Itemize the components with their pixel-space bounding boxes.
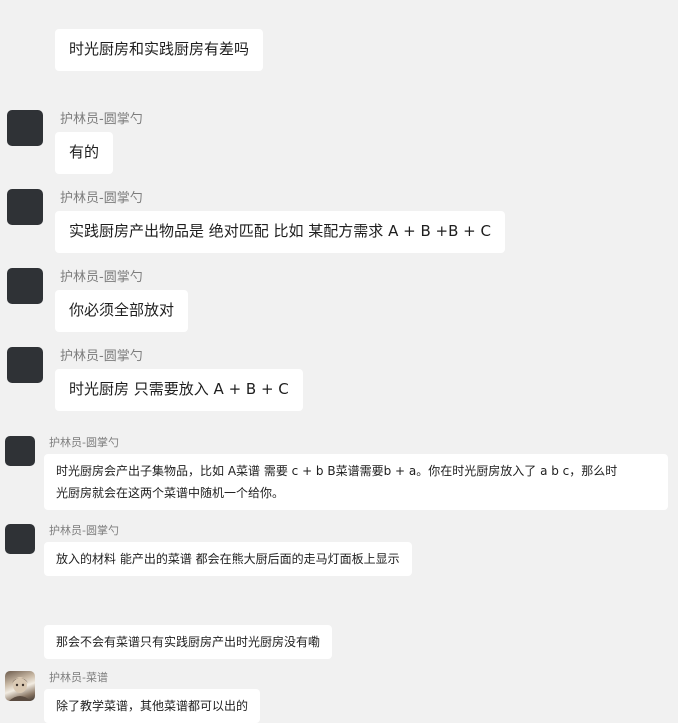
message-text: 时光厨房和实践厨房有差吗 [69, 40, 250, 58]
sender-name: 护林员-圆掌勺 [60, 191, 143, 206]
avatar[interactable] [7, 110, 43, 146]
avatar[interactable] [7, 347, 43, 383]
message-text: 你必须全部放对 [69, 301, 175, 319]
sender-name: 护林员-圆掌勺 [60, 270, 143, 285]
message-bubble: 除了教学菜谱，其他菜谱都可以出的 [44, 689, 261, 723]
avatar[interactable] [7, 268, 43, 304]
sender-name: 护林员-圆掌勺 [49, 524, 119, 537]
message-text: 有的 [69, 143, 100, 161]
message-bubble: 时光厨房 只需要放入 A + B + C [55, 369, 303, 411]
sender-name: 护林员-圆掌勺 [60, 349, 143, 364]
message-bubble: 实践厨房产出物品是 绝对匹配 比如 某配方需求 A + B +B + C [55, 211, 505, 253]
message-text: 放入的材料 能产出的菜谱 都会在熊大厨后面的走马灯面板上显示 [56, 552, 400, 566]
message-text: 时光厨房 只需要放入 A + B + C [69, 380, 289, 398]
avatar[interactable] [5, 524, 35, 554]
message-text: 实践厨房产出物品是 绝对匹配 比如 某配方需求 A + B +B + C [69, 222, 491, 240]
message-bubble: 你必须全部放对 [55, 290, 189, 332]
message-bubble: 有的 [55, 132, 114, 174]
avatar[interactable] [5, 436, 35, 466]
avatar[interactable] [7, 189, 43, 225]
message-bubble: 时光厨房会产出子集物品，比如 A菜谱 需要 c + b B菜谱需要b + a。你… [44, 454, 668, 510]
sender-name: 护林员-圆掌勺 [60, 112, 143, 127]
message-text-line: 光厨房就会在这两个菜谱中随机一个给你。 [56, 486, 285, 500]
sender-name: 护林员-菜谱 [49, 671, 108, 684]
message-text: 那会不会有菜谱只有实践厨房产出时光厨房没有嘞 [56, 635, 321, 649]
message-bubble: 那会不会有菜谱只有实践厨房产出时光厨房没有嘞 [44, 625, 333, 659]
sender-name: 护林员-圆掌勺 [49, 436, 119, 449]
message-bubble: 时光厨房和实践厨房有差吗 [55, 29, 264, 71]
portrait-photo-icon [9, 677, 31, 701]
message-text-line: 时光厨房会产出子集物品，比如 A菜谱 需要 c + b B菜谱需要b + a。你… [56, 464, 618, 478]
message-text: 除了教学菜谱，其他菜谱都可以出的 [56, 699, 249, 713]
message-bubble: 放入的材料 能产出的菜谱 都会在熊大厨后面的走马灯面板上显示 [44, 542, 412, 576]
avatar[interactable] [5, 671, 35, 701]
